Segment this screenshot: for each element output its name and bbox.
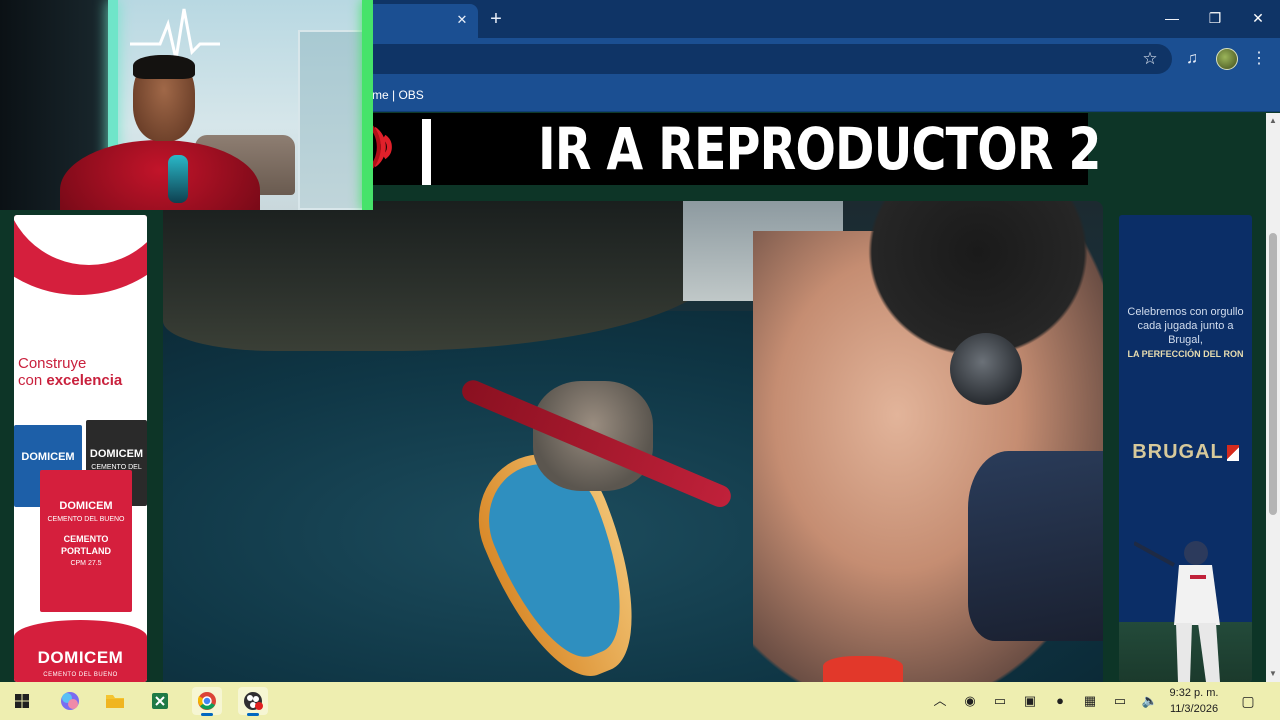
record-icon[interactable]: ◉ [960, 691, 980, 711]
video-watch [950, 333, 1022, 405]
scroll-up-icon[interactable]: ▲ [1266, 115, 1280, 127]
video-athlete-shorts [968, 451, 1103, 641]
clock-time[interactable]: 9:32 p. m. [1164, 686, 1224, 700]
brugal-ad[interactable]: Celebremos con orgullo cada jugada junto… [1119, 215, 1252, 682]
bookmark-obs[interactable]: me | OBS [372, 87, 424, 103]
copilot-icon[interactable] [55, 687, 85, 715]
tab-close-icon[interactable]: ✕ [454, 12, 470, 28]
banner-divider [422, 119, 431, 185]
brugal-ad-text: Celebremos con orgullo cada jugada junto… [1127, 306, 1244, 359]
battery-icon[interactable]: ▭ [990, 691, 1010, 711]
domicem-ad[interactable]: Construye con excelencia DOMICEM DOMICEM… [14, 215, 147, 682]
cement-bag-red: DOMICEM CEMENTO DEL BUENO CEMENTO PORTLA… [40, 470, 132, 612]
close-window-button[interactable]: ✕ [1243, 6, 1273, 30]
webcam-microphone [168, 155, 188, 203]
windows-logo-icon [15, 694, 29, 708]
volume-icon[interactable]: 🔈 [1140, 691, 1160, 711]
scroll-down-icon[interactable]: ▼ [1266, 668, 1280, 680]
display-icon[interactable]: ▦ [1080, 691, 1100, 711]
clock-date[interactable]: 11/3/2026 [1164, 702, 1224, 716]
taskbar: ︿ ◉ ▭ ▣ ● ▦ ▭ 🔈 9:32 p. m. 11/3/2026 ▢ [0, 682, 1280, 720]
chrome-icon[interactable] [192, 687, 222, 716]
tray-overflow-icon[interactable]: ︿ [930, 691, 950, 711]
brugal-logo: BRUGAL [1129, 441, 1242, 464]
bookmark-star-icon[interactable]: ☆ [1140, 49, 1160, 69]
vertical-scrollbar[interactable]: ▲ ▼ [1266, 113, 1280, 682]
network-icon[interactable]: ▭ [1110, 691, 1130, 711]
banner-title: IR A REPRODUCTOR 2 [538, 115, 1101, 183]
video-red-object [823, 656, 903, 682]
media-control-icon[interactable]: ♫ [1181, 48, 1203, 70]
minimize-button[interactable]: — [1157, 6, 1187, 30]
start-button[interactable] [7, 687, 37, 715]
screen: ✕ + — ❐ ✕ ☆ ♫ ⋮ me | OBS IR A REPRODUCTO… [0, 0, 1280, 720]
menu-kebab-icon[interactable]: ⋮ [1248, 48, 1270, 70]
app-tray-icon[interactable]: ▣ [1020, 691, 1040, 711]
obs-icon[interactable] [238, 687, 268, 716]
webcam-overlay [0, 0, 373, 210]
scrollbar-thumb[interactable] [1269, 233, 1277, 515]
ad-tagline: Construye con excelencia [18, 355, 123, 389]
maximize-button[interactable]: ❐ [1200, 6, 1230, 30]
excel-icon[interactable] [145, 687, 175, 715]
profile-avatar[interactable] [1216, 48, 1238, 70]
domicem-logo: DOMICEM [37, 648, 124, 667]
new-tab-button[interactable]: + [485, 8, 507, 30]
reproductor-2-banner[interactable]: IR A REPRODUCTOR 2 [360, 113, 1101, 185]
notification-icon[interactable]: ▢ [1238, 691, 1258, 711]
microphone-icon[interactable]: ● [1050, 691, 1070, 711]
baseball-player-image [1134, 541, 1220, 682]
webcam-door [298, 30, 370, 210]
brugal-flag-icon [1226, 444, 1239, 461]
address-bar[interactable]: ☆ [360, 44, 1172, 74]
domicem-slogan: CEMENTO DEL BUENO [43, 672, 118, 678]
video-player[interactable] [163, 201, 1103, 682]
browser-tab[interactable]: ✕ [360, 4, 478, 38]
radio-waves-icon [368, 121, 392, 173]
file-explorer-icon[interactable] [100, 687, 130, 715]
